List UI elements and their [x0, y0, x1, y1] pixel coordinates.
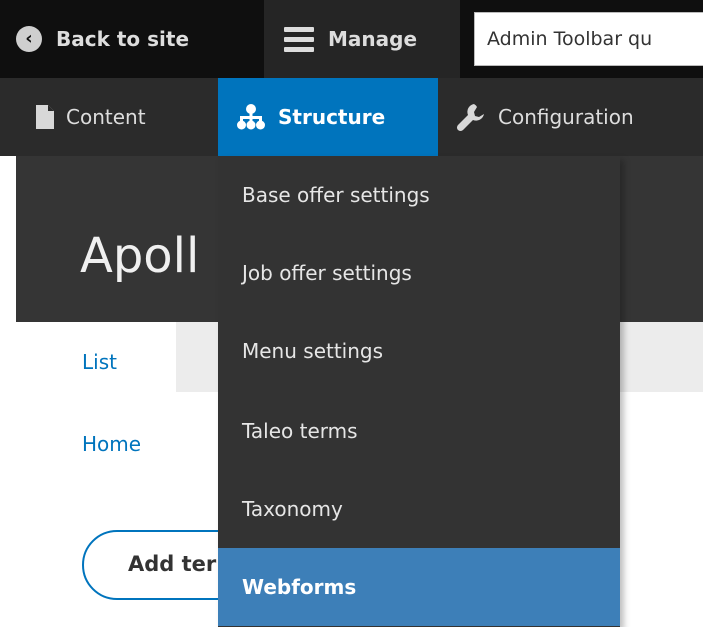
menu-item-webforms[interactable]: Webforms: [218, 548, 620, 626]
tray-item-content-label: Content: [66, 105, 146, 129]
hamburger-icon: [284, 26, 314, 52]
tray-item-configuration[interactable]: Configuration: [456, 78, 634, 156]
back-to-site-label: Back to site: [56, 27, 190, 51]
menu-item-taleo-terms[interactable]: Taleo terms: [218, 392, 620, 470]
file-icon: [36, 105, 54, 129]
tray-item-structure[interactable]: Structure: [218, 78, 438, 156]
manage-tab[interactable]: Manage: [264, 0, 460, 78]
menu-item-taxonomy[interactable]: Taxonomy: [218, 470, 620, 548]
sitemap-icon: [236, 104, 266, 130]
admin-page: ‹ Back to site Manage Admin Toolbar qu C…: [0, 0, 703, 627]
toolbar-tray: Content Structure Configuration: [0, 78, 703, 156]
search-input-value: Admin Toolbar qu: [487, 28, 653, 50]
menu-item-menu-settings[interactable]: Menu settings: [218, 312, 620, 390]
wrench-icon: [456, 102, 486, 132]
add-term-button-label: Add ter: [128, 552, 217, 576]
back-to-site-link[interactable]: ‹ Back to site: [16, 0, 266, 78]
manage-label: Manage: [328, 27, 418, 51]
tray-item-structure-label: Structure: [278, 105, 386, 129]
admin-toolbar: ‹ Back to site Manage Admin Toolbar qu: [0, 0, 703, 78]
page-title-left: Apoll: [80, 228, 200, 284]
admin-toolbar-search-input[interactable]: Admin Toolbar qu: [474, 12, 703, 66]
breadcrumb-home-link[interactable]: Home: [82, 432, 141, 456]
tab-list-label: List: [82, 350, 117, 374]
chevron-left-icon: ‹: [16, 26, 42, 52]
menu-item-base-offer-settings[interactable]: Base offer settings: [218, 156, 620, 234]
tab-list[interactable]: List: [16, 322, 176, 392]
structure-dropdown-menu: Base offer settings Job offer settings M…: [218, 156, 620, 627]
tray-item-configuration-label: Configuration: [498, 105, 634, 129]
menu-item-job-offer-settings[interactable]: Job offer settings: [218, 234, 620, 312]
tray-item-content[interactable]: Content: [36, 78, 146, 156]
